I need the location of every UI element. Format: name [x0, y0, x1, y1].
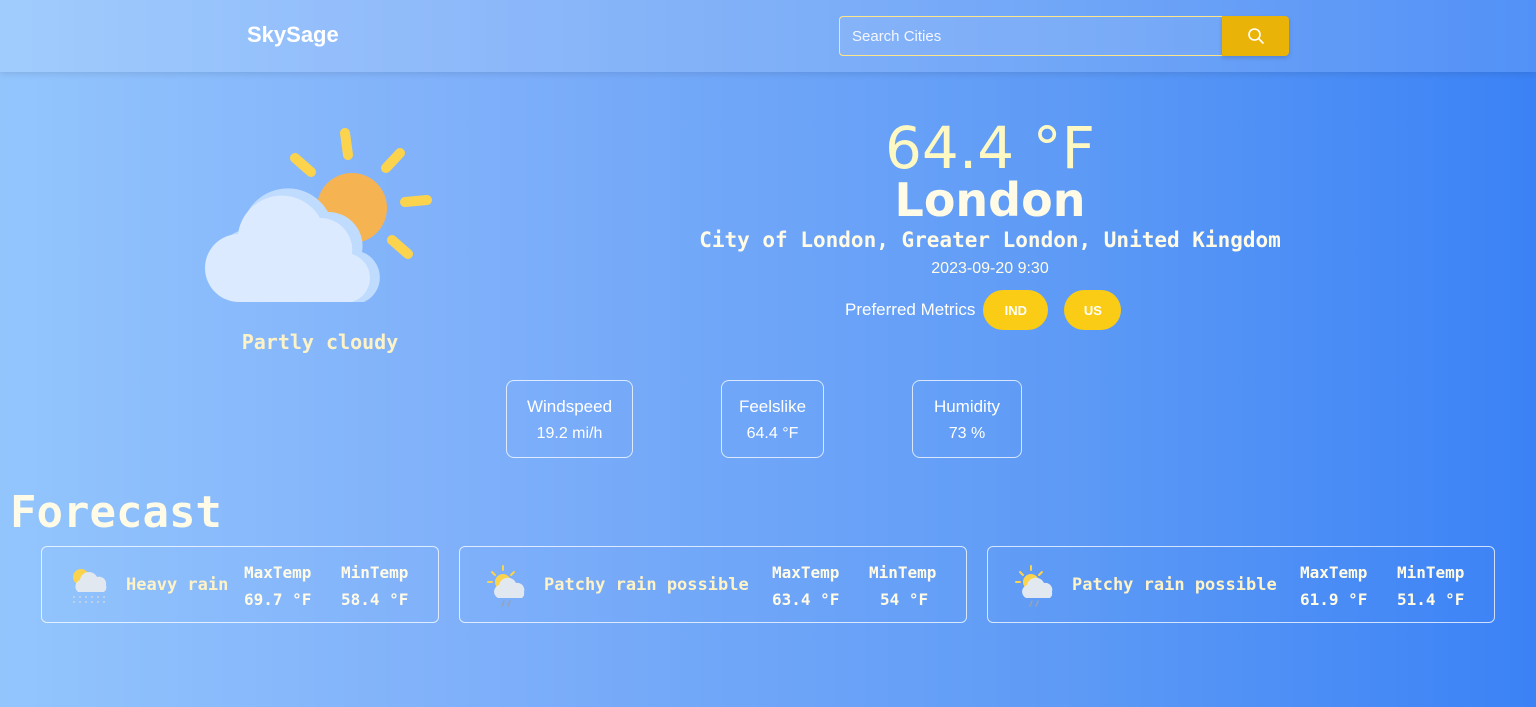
forecast-card: Patchy rain possible MaxTemp 63.4 °F Min… — [459, 546, 967, 623]
max-temp-label: MaxTemp — [244, 563, 312, 582]
humidity-card: Humidity 73 % — [912, 380, 1022, 458]
local-datetime: 2023-09-20 9:30 — [931, 260, 1049, 277]
patchy-rain-icon — [487, 565, 525, 607]
max-temp-label: MaxTemp — [772, 563, 840, 582]
metric-ind-button[interactable]: IND — [983, 290, 1049, 330]
search-input[interactable] — [839, 16, 1222, 56]
min-temp-label: MinTemp — [1397, 563, 1465, 582]
current-condition: Partly cloudy — [241, 330, 399, 354]
forecast-condition: Heavy rain — [126, 575, 229, 595]
forecast-card: Heavy rain MaxTemp 69.7 °F MinTemp 58.4 … — [41, 546, 439, 623]
max-temp-label: MaxTemp — [1300, 563, 1368, 582]
heavy-rain-icon — [73, 569, 107, 603]
patchy-rain-icon — [1015, 565, 1053, 607]
city-name: London — [894, 173, 1086, 227]
stat-value: 64.4 °F — [746, 425, 799, 442]
windspeed-card: Windspeed 19.2 mi/h — [506, 380, 633, 458]
metric-us-button[interactable]: US — [1064, 290, 1122, 330]
region-name: City of London, Greater London, United K… — [699, 228, 1281, 252]
partly-cloudy-icon — [204, 128, 432, 303]
brand-logo[interactable]: SkySage — [247, 22, 339, 48]
stat-value: 73 % — [948, 425, 986, 442]
min-temp-value: 58.4 °F — [341, 590, 409, 609]
min-temp-label: MinTemp — [341, 563, 409, 582]
feelslike-card: Feelslike 64.4 °F — [721, 380, 824, 458]
stat-title: Feelslike — [738, 397, 807, 416]
forecast-card: Patchy rain possible MaxTemp 61.9 °F Min… — [987, 546, 1495, 623]
forecast-heading: Forecast — [10, 487, 222, 538]
forecast-condition: Patchy rain possible — [1072, 575, 1277, 595]
min-temp-label: MinTemp — [869, 563, 937, 582]
stat-value: 19.2 mi/h — [536, 425, 603, 442]
max-temp-value: 61.9 °F — [1300, 590, 1368, 609]
forecast-condition: Patchy rain possible — [544, 575, 749, 595]
search-button[interactable] — [1222, 16, 1289, 56]
metrics-label: Preferred Metrics — [845, 300, 976, 319]
max-temp-value: 69.7 °F — [244, 590, 312, 609]
search-form — [839, 16, 1289, 56]
preferred-metrics: Preferred Metrics IND US — [845, 290, 1122, 330]
search-icon — [1247, 28, 1264, 44]
min-temp-value: 54 °F — [880, 590, 929, 609]
min-temp-value: 51.4 °F — [1397, 590, 1465, 609]
max-temp-value: 63.4 °F — [772, 590, 840, 609]
stat-title: Humidity — [933, 397, 1001, 416]
top-navbar: SkySage — [0, 0, 1536, 72]
stat-title: Windspeed — [526, 397, 613, 416]
